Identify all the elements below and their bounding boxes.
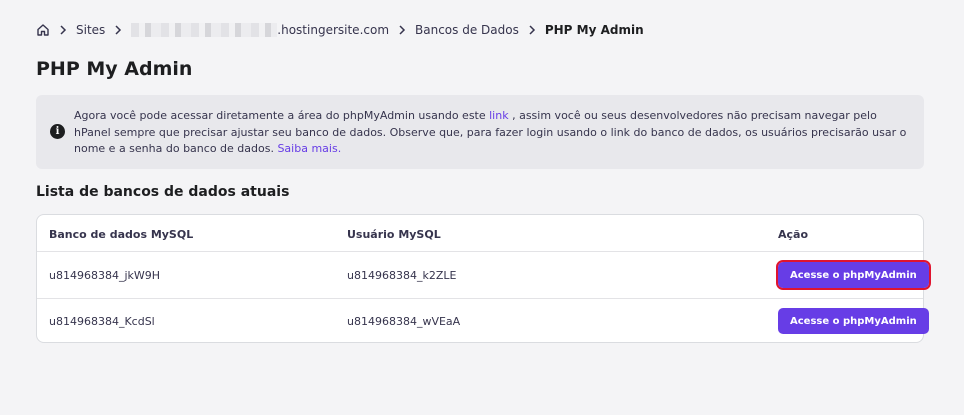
access-phpmyadmin-button[interactable]: Acesse o phpMyAdmin <box>778 308 929 334</box>
access-phpmyadmin-button[interactable]: Acesse o phpMyAdmin <box>776 260 931 290</box>
database-name: u814968384_jkW9H <box>49 268 161 282</box>
home-icon[interactable] <box>36 23 50 37</box>
info-icon: i <box>50 124 65 139</box>
learn-more-link[interactable]: Saiba mais. <box>277 142 341 155</box>
page-title: PHP My Admin <box>36 58 193 80</box>
breadcrumb-databases[interactable]: Bancos de Dados <box>415 23 519 37</box>
action-cell: Acesse o phpMyAdmin <box>778 299 929 343</box>
table-header: Banco de dados MySQL Usuário MySQL Ação <box>37 215 923 251</box>
table-row: u814968384_KcdSl u814968384_wVEaA Acesse… <box>37 298 929 343</box>
breadcrumb-current: PHP My Admin <box>544 23 644 37</box>
database-user: u814968384_k2ZLE <box>347 268 457 282</box>
database-name: u814968384_KcdSl <box>49 314 155 328</box>
section-title: Lista de bancos de dados atuais <box>36 184 290 200</box>
chevron-right-icon <box>111 23 125 37</box>
chevron-right-icon <box>525 23 539 37</box>
chevron-right-icon <box>395 23 409 37</box>
chevron-right-icon <box>56 23 70 37</box>
table-row: u814968384_jkW9H u814968384_k2ZLE Acesse… <box>37 251 931 298</box>
databases-table: Banco de dados MySQL Usuário MySQL Ação … <box>36 214 931 343</box>
breadcrumb-site[interactable]: .hostingersite.com <box>131 23 389 37</box>
info-banner: i Agora você pode acessar diretamente a … <box>36 95 924 169</box>
breadcrumb-sites[interactable]: Sites <box>76 23 105 37</box>
info-text-start: Agora você pode acessar diretamente a ár… <box>74 109 490 122</box>
column-header-database: Banco de dados MySQL <box>49 227 194 241</box>
breadcrumb: Sites .hostingersite.com Bancos de Dados… <box>36 22 644 38</box>
info-text: Agora você pode acessar diretamente a ár… <box>74 108 914 158</box>
database-user: u814968384_wVEaA <box>347 314 461 328</box>
column-header-action: Ação <box>778 227 809 241</box>
phpmyadmin-link[interactable]: link <box>489 109 508 122</box>
action-cell: Acesse o phpMyAdmin <box>776 252 931 298</box>
breadcrumb-site-suffix: .hostingersite.com <box>277 23 390 37</box>
redacted-site-prefix <box>131 23 278 37</box>
column-header-user: Usuário MySQL <box>347 227 441 241</box>
